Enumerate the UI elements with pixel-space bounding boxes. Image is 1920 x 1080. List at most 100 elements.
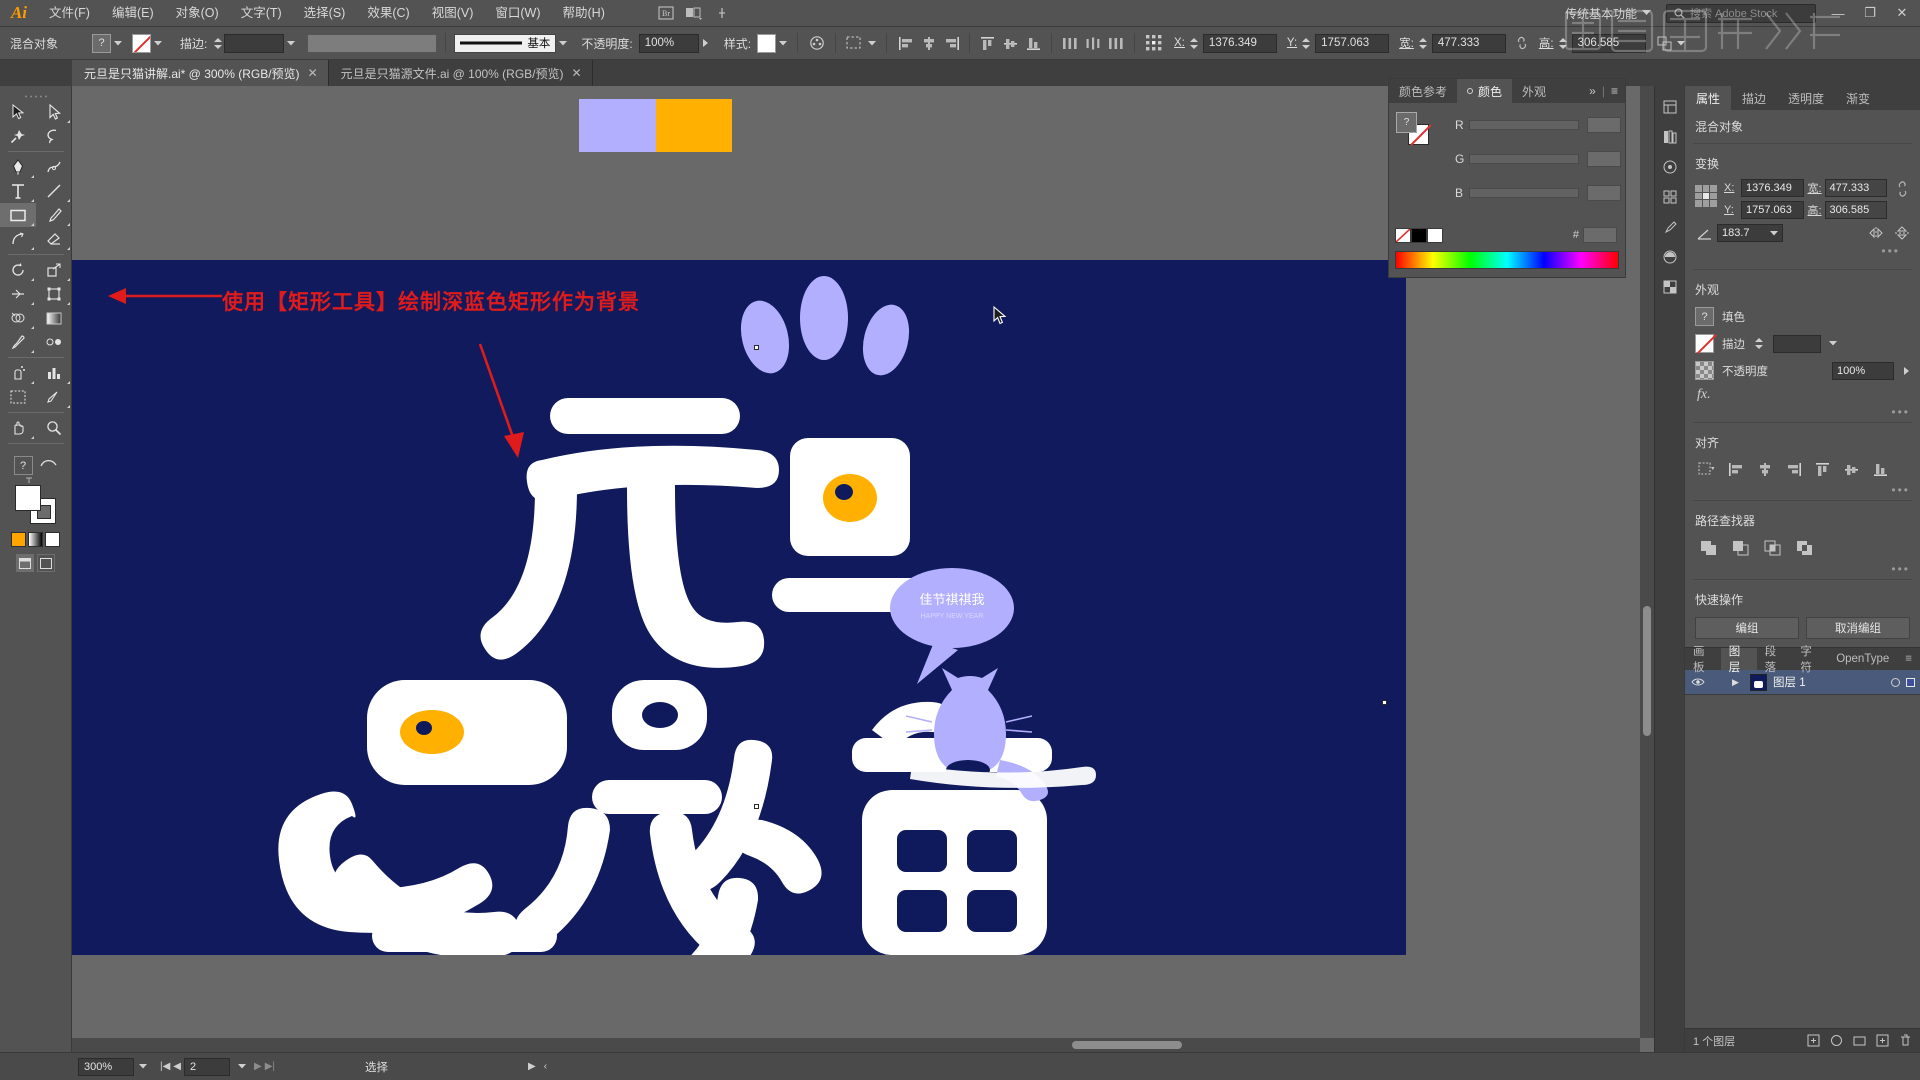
hex-input[interactable] <box>1583 227 1617 243</box>
control-x-input[interactable]: 1376.349 <box>1202 33 1277 53</box>
curvature-tool[interactable] <box>36 155 72 179</box>
menu-help[interactable]: 帮助(H) <box>552 0 616 27</box>
opacity-options-icon[interactable] <box>699 34 712 53</box>
selection-handle-top[interactable] <box>754 345 759 350</box>
fill-color-swatch[interactable] <box>14 485 41 511</box>
eraser-tool[interactable] <box>36 227 72 251</box>
scale-tool[interactable] <box>36 258 72 282</box>
appearance-fill-swatch[interactable]: ? <box>1695 307 1714 326</box>
artboard-next-button[interactable]: ▶ <box>254 1061 262 1072</box>
selection-tool[interactable] <box>0 100 36 124</box>
dock-libraries-icon[interactable] <box>1655 122 1685 152</box>
toolbar-stroke-placeholder[interactable] <box>39 456 58 475</box>
tab-artboards[interactable]: 画板 <box>1685 646 1721 674</box>
appearance-stroke-stepper[interactable] <box>1753 334 1765 353</box>
align-center-h-button[interactable] <box>1755 459 1775 479</box>
pin-icon[interactable] <box>709 3 735 23</box>
layer-target-icon[interactable] <box>1891 677 1900 687</box>
stroke-profile-dropdown-icon[interactable] <box>556 34 569 53</box>
stroke-weight-dropdown-icon[interactable] <box>284 34 297 53</box>
channel-b-slider[interactable] <box>1469 188 1579 198</box>
symbol-sprayer-tool[interactable] <box>0 361 36 385</box>
canvas-scrollbar-horizontal[interactable] <box>72 1038 1640 1052</box>
width-tool[interactable] <box>0 282 36 306</box>
zoom-dropdown-icon[interactable] <box>134 1064 152 1069</box>
window-close-button[interactable]: ✕ <box>1886 0 1918 27</box>
document-tab-1-close-icon[interactable]: ✕ <box>308 67 318 79</box>
align-center-h-icon[interactable] <box>918 33 939 54</box>
channel-b-input[interactable] <box>1587 185 1621 201</box>
document-tab-1[interactable]: 元旦是只猫讲解.ai* @ 300% (RGB/预览) ✕ <box>72 60 329 86</box>
shaper-tool[interactable] <box>0 227 36 251</box>
channel-g-slider[interactable] <box>1469 154 1579 164</box>
type-tool[interactable] <box>0 179 36 203</box>
hand-tool[interactable] <box>0 416 36 440</box>
line-segment-tool[interactable] <box>36 179 72 203</box>
paintbrush-tool[interactable] <box>36 203 72 227</box>
appearance-more-button[interactable]: ••• <box>1685 403 1920 419</box>
props-h-input[interactable]: 306.585 <box>1824 201 1887 219</box>
props-angle-input[interactable]: 183.7 <box>1717 224 1783 242</box>
control-stroke-dropdown-icon[interactable] <box>151 34 164 53</box>
control-fill-swatch[interactable]: ? <box>92 33 112 53</box>
tab-color[interactable]: 颜色 <box>1457 79 1513 103</box>
color-spectrum-bar[interactable] <box>1395 251 1619 269</box>
screen-mode-full-icon[interactable] <box>37 554 55 572</box>
dock-transparency-icon[interactable] <box>1655 272 1685 302</box>
selection-handle-bottom[interactable] <box>754 804 759 809</box>
tab-appearance[interactable]: 外观 <box>1512 79 1556 103</box>
document-tab-2-close-icon[interactable]: ✕ <box>572 67 582 79</box>
rotate-tool[interactable] <box>0 258 36 282</box>
control-y-stepper[interactable] <box>1300 34 1312 53</box>
locate-object-icon[interactable] <box>1807 1034 1820 1047</box>
color-panel-expand-icon[interactable]: » <box>1589 84 1596 98</box>
canvas-scroll-thumb-h[interactable] <box>1072 1041 1182 1049</box>
tab-character[interactable]: 字符 <box>1792 646 1828 674</box>
align-to-selection-icon[interactable] <box>1697 459 1717 479</box>
align-more-button[interactable]: ••• <box>1685 481 1920 497</box>
swatch-white[interactable] <box>1427 228 1443 243</box>
select-similar-dropdown-icon[interactable] <box>865 34 878 53</box>
appearance-fx-button[interactable]: fx. <box>1685 384 1920 403</box>
dock-swatches-icon[interactable] <box>1655 182 1685 212</box>
props-lock-aspect-icon[interactable] <box>1894 179 1910 199</box>
artboard-tool[interactable] <box>0 385 36 409</box>
tab-properties[interactable]: 属性 <box>1685 86 1732 110</box>
tab-layers[interactable]: 图层 <box>1720 646 1757 674</box>
menu-view[interactable]: 视图(V) <box>421 0 485 27</box>
dock-symbols-icon[interactable] <box>1655 152 1685 182</box>
align-top-icon[interactable] <box>977 33 998 54</box>
layer-selection-indicator[interactable] <box>1906 677 1915 687</box>
arrange-documents-icon[interactable] <box>681 3 707 23</box>
stroke-weight-input[interactable] <box>224 33 285 53</box>
control-stroke-swatch[interactable] <box>132 33 152 53</box>
pathfinder-exclude-icon[interactable] <box>1795 538 1815 558</box>
props-x-input[interactable]: 1376.349 <box>1741 179 1804 197</box>
stroke-weight-stepper[interactable] <box>212 34 224 53</box>
bridge-icon[interactable]: Br <box>653 3 679 23</box>
screen-mode-normal-icon[interactable] <box>16 554 34 572</box>
transform-reference-point-icon[interactable] <box>1143 33 1164 54</box>
artboard-number-input[interactable]: 2 <box>184 1057 230 1076</box>
eyedropper-tool[interactable] <box>0 330 36 354</box>
new-sublayer-icon[interactable] <box>1853 1034 1866 1047</box>
pathfinder-unite-icon[interactable] <box>1699 538 1719 558</box>
tab-opentype[interactable]: OpenType <box>1828 648 1897 670</box>
toolbar-help-swatch[interactable]: ? <box>13 456 33 475</box>
artwork-swatch-orange[interactable] <box>656 99 732 152</box>
artboard-prev-button[interactable]: ◀ <box>173 1061 181 1072</box>
stroke-variable-width-field[interactable] <box>307 33 438 53</box>
pathfinder-minus-front-icon[interactable] <box>1731 538 1751 558</box>
appearance-stroke-swatch[interactable] <box>1695 334 1714 353</box>
artwork-swatch-purple[interactable] <box>579 99 656 152</box>
dock-brushes-icon[interactable] <box>1655 212 1685 242</box>
menu-type[interactable]: 文字(T) <box>230 0 293 27</box>
channel-g-input[interactable] <box>1587 151 1621 167</box>
layers-panel-menu-icon[interactable]: ≡ <box>1897 648 1920 670</box>
layer-expand-icon[interactable]: ▶ <box>1732 677 1744 688</box>
fill-stroke-mini-icons[interactable] <box>13 477 35 484</box>
control-y-input[interactable]: 1757.063 <box>1315 33 1390 53</box>
align-bottom-icon[interactable] <box>1023 33 1044 54</box>
select-similar-icon[interactable] <box>844 33 865 54</box>
stroke-profile-select[interactable]: 基本 <box>454 33 557 53</box>
